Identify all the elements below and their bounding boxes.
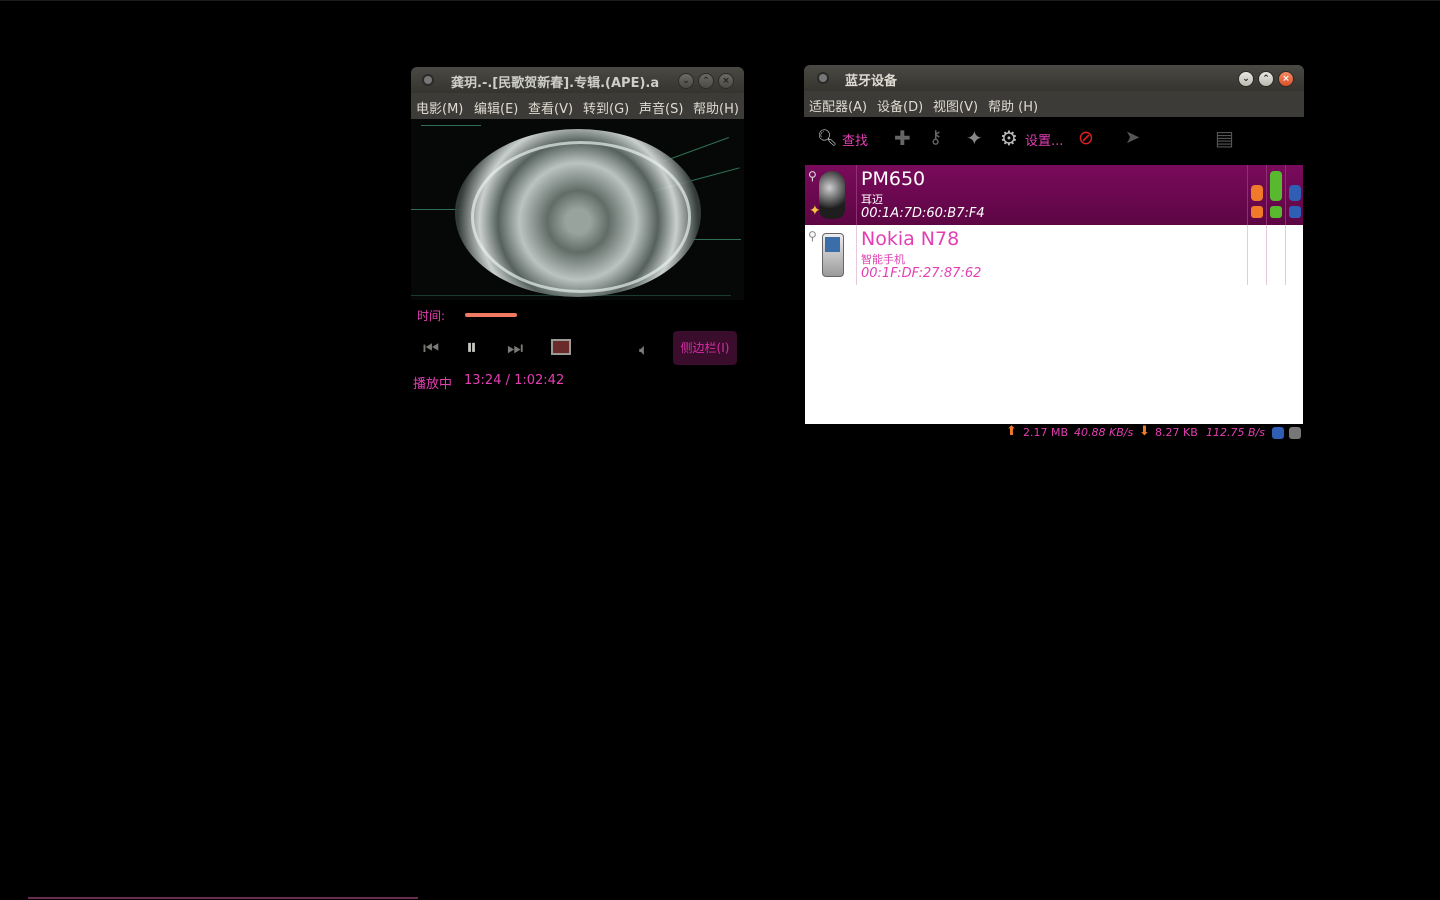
download-arrow-icon: ⬇ [1139, 424, 1150, 439]
device-row-nokia-n78[interactable]: ⚲ Nokia N78 智能手机 00:1F:DF:27:87:62 [805, 225, 1303, 285]
device-type: 智能手机 [861, 253, 905, 266]
signal-strength-icon [1270, 171, 1282, 201]
disconnect-icon[interactable]: ➤ [1125, 127, 1140, 148]
maximize-icon[interactable]: ⌃ [1258, 71, 1274, 87]
settings-button-label[interactable]: 设置... [1025, 130, 1063, 149]
menu-view[interactable]: 查看(V) [528, 98, 573, 117]
playback-time: 13:24 / 1:02:42 [464, 373, 565, 388]
block-icon[interactable]: ⊘ [1078, 127, 1094, 149]
screen-top-edge [0, 0, 1440, 1]
minimize-icon[interactable]: ⌄ [1238, 71, 1254, 87]
volume-icon[interactable]: 🔈︎ [639, 340, 649, 360]
battery-level-icon [1251, 185, 1263, 201]
window-menu-icon[interactable] [424, 76, 432, 84]
player-menubar: 电影(M) 编辑(E) 查看(V) 转到(G) 声音(S) 帮助(H) [411, 93, 744, 119]
sidebar-toggle-button[interactable]: 侧边栏(I) [673, 331, 737, 365]
menu-help[interactable]: 帮助 (H) [988, 96, 1038, 115]
device-name: Nokia N78 [861, 228, 960, 250]
close-icon[interactable]: × [718, 73, 734, 89]
upload-rate: 40.88 KB/s [1074, 426, 1134, 439]
device-address: 00:1F:DF:27:87:62 [861, 266, 982, 281]
trust-star-icon[interactable]: ✦ [966, 126, 983, 150]
device-row-pm650[interactable]: ✦ ⚲ PM650 耳迈 00:1A:7D:60:B7:F4 [805, 165, 1303, 225]
menu-edit[interactable]: 编辑(E) [474, 98, 518, 117]
bluetooth-window: 蓝牙设备 ⌄ ⌃ × 适配器(A) 设备(D) 视图(V) 帮助 (H) 🔍︎ … [804, 65, 1304, 445]
player-window-title: 龚玥.-.[民歌贺新春].专辑.(APE).a [451, 76, 660, 91]
menu-help[interactable]: 帮助(H) [693, 98, 739, 117]
bluetooth-menubar: 适配器(A) 设备(D) 视图(V) 帮助 (H) [804, 91, 1304, 117]
search-button-label[interactable]: 查找 [842, 130, 868, 149]
menu-adapter[interactable]: 适配器(A) [809, 96, 867, 115]
download-total: 8.27 KB [1155, 426, 1198, 439]
upload-arrow-icon: ⬆ [1006, 424, 1017, 439]
add-device-icon[interactable]: ✚ [894, 126, 911, 150]
network-service-icon [1270, 206, 1282, 218]
menu-view[interactable]: 视图(V) [933, 96, 978, 115]
device-type: 耳迈 [861, 193, 883, 206]
device-address: 00:1A:7D:60:B7:F4 [861, 206, 985, 221]
window-menu-icon[interactable] [819, 74, 827, 82]
search-icon[interactable]: 🔍︎ [817, 128, 837, 147]
menu-go[interactable]: 转到(G) [583, 98, 629, 117]
settings-gear-icon[interactable]: ⚙ [1000, 126, 1018, 150]
upload-total: 2.17 MB [1023, 426, 1069, 439]
player-titlebar[interactable]: 龚玥.-.[民歌贺新春].专辑.(APE).a ⌄ ⌃ × [411, 67, 744, 93]
next-icon[interactable]: ⏭ [507, 338, 523, 359]
fullscreen-icon[interactable] [551, 339, 571, 355]
playback-state: 播放中 [413, 377, 453, 392]
seek-bar[interactable] [465, 313, 517, 317]
maximize-icon[interactable]: ⌃ [698, 73, 714, 89]
menu-movie[interactable]: 电影(M) [416, 98, 463, 117]
close-icon[interactable]: × [1278, 71, 1294, 87]
bluetooth-titlebar[interactable]: 蓝牙设备 ⌄ ⌃ × [804, 65, 1304, 91]
bluetooth-toolbar: 🔍︎ 查找 ✚ ⚷ ✦ ⚙ 设置... ⊘ ➤ ▤ [805, 117, 1303, 165]
taskbar-edge [28, 897, 418, 899]
menu-sound[interactable]: 声音(S) [639, 98, 683, 117]
media-player-window: 龚玥.-.[民歌贺新春].专辑.(APE).a ⌄ ⌃ × 电影(M) 编辑(E… [411, 67, 744, 397]
phone-icon: ⚲ [805, 225, 857, 285]
video-area[interactable] [411, 119, 744, 300]
visualization-ring [471, 141, 691, 293]
audio-service-icon [1251, 206, 1263, 218]
transfer-statusbar: ⬆ 2.17 MB 40.88 KB/s ⬇ 8.27 KB 112.75 B/… [1004, 424, 1304, 444]
headset-icon: ✦ ⚲ [805, 165, 857, 225]
download-rate: 112.75 B/s [1206, 426, 1265, 439]
menu-device[interactable]: 设备(D) [877, 96, 923, 115]
send-file-icon[interactable]: ▤ [1215, 126, 1234, 150]
device-list: ✦ ⚲ PM650 耳迈 00:1A:7D:60:B7:F4 ⚲ Nokia N… [805, 165, 1303, 424]
adapter-status-icon[interactable] [1289, 427, 1301, 439]
wireless-status-icon[interactable] [1272, 427, 1284, 439]
pause-icon[interactable]: ⏸ [466, 335, 477, 360]
device-name: PM650 [861, 168, 926, 190]
pair-keys-icon[interactable]: ⚷ [929, 127, 942, 148]
wireless-service-icon [1289, 206, 1301, 218]
minimize-icon[interactable]: ⌄ [678, 73, 694, 89]
previous-icon[interactable]: ⏮ [423, 338, 439, 359]
time-label: 时间: [417, 309, 446, 323]
link-quality-icon [1289, 185, 1301, 201]
bluetooth-window-title: 蓝牙设备 [845, 74, 898, 89]
